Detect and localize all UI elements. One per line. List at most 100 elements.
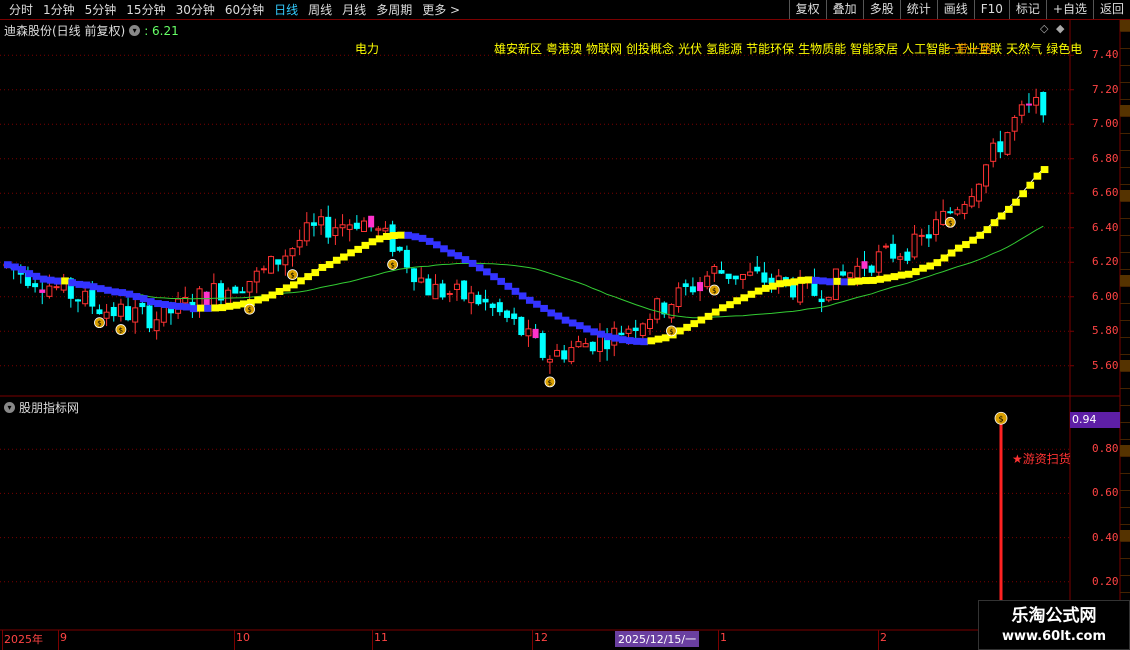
candle-body: [589, 341, 596, 352]
strip-marker: [1120, 326, 1130, 338]
trend-band-step: [368, 238, 377, 246]
trend-band-step: [904, 270, 913, 278]
candle-body: [325, 216, 332, 238]
candle-body: [890, 243, 897, 259]
candle-body: [332, 227, 339, 237]
trend-band-step: [976, 231, 985, 239]
kline-chart-canvas[interactable]: $ $ $ $ $ $ $ $ $ $: [0, 0, 1130, 650]
trend-band-step: [890, 273, 899, 281]
concept-tag[interactable]: 天然气: [1006, 42, 1042, 56]
indicator-value: : 6.21: [144, 23, 179, 38]
candle-body: [504, 310, 510, 318]
trend-band-step: [182, 303, 191, 311]
trend-band-step: [790, 278, 799, 286]
trend-band-step: [740, 294, 749, 302]
trend-band-step: [554, 312, 563, 320]
settings-icon[interactable]: ◆: [1056, 22, 1064, 35]
candle-body: [904, 251, 911, 261]
candle-body: [632, 327, 639, 331]
candle-body: [339, 224, 346, 229]
candle-body: [954, 209, 961, 215]
candle-body: [875, 251, 882, 273]
trend-band-step: [561, 316, 570, 324]
trend-band-step: [1005, 205, 1013, 213]
candle-body: [210, 283, 217, 306]
trend-band-step: [604, 333, 613, 341]
strip-marker: [1120, 411, 1130, 423]
trend-band-step: [697, 316, 706, 324]
chevron-down-icon[interactable]: ▾: [4, 402, 15, 413]
concept-tag[interactable]: 物联网: [586, 42, 622, 56]
concept-tag[interactable]: 人工智能: [902, 42, 950, 56]
concept-tag[interactable]: 绿色电: [1046, 42, 1082, 56]
trend-band-step: [990, 219, 999, 227]
money-bag-symbol: $: [390, 261, 394, 269]
trend-band-step: [75, 280, 84, 288]
candle-body: [754, 266, 761, 272]
candle-body: [232, 286, 239, 294]
concept-tag[interactable]: 创投概念: [626, 42, 674, 56]
candle-body: [704, 275, 711, 288]
concept-tag[interactable]: 粤港澳: [546, 42, 582, 56]
candle-body: [968, 196, 975, 207]
candle-body: [818, 298, 825, 303]
chevron-down-icon[interactable]: ▾: [129, 25, 141, 36]
price-tick-label: 6.80: [1092, 151, 1119, 165]
trend-band-step: [997, 212, 1006, 220]
candle-body: [139, 302, 146, 308]
strip-marker: [1120, 343, 1130, 355]
trend-band-step: [1040, 166, 1049, 174]
concept-tag[interactable]: 雄安新区: [494, 42, 542, 56]
concept-tag[interactable]: 光伏: [678, 42, 702, 56]
candle-body: [1004, 132, 1011, 155]
trend-band-step: [125, 290, 134, 298]
candle-body: [1011, 116, 1018, 132]
diamond-icon[interactable]: ◇: [1040, 22, 1048, 35]
candle-body: [96, 309, 103, 315]
candle-body: [482, 298, 489, 303]
trend-band-step: [676, 327, 684, 335]
trend-band-step: [876, 275, 884, 283]
watermark-url: www.60lt.com: [1001, 629, 1107, 644]
strip-marker: [1120, 37, 1130, 49]
trend-band-step: [104, 286, 112, 294]
candle-body: [525, 328, 532, 337]
trend-band-step: [840, 278, 849, 286]
candle-body: [739, 273, 746, 280]
candle-body: [639, 323, 646, 337]
trend-band-step: [811, 276, 820, 284]
trend-band-step: [18, 266, 26, 274]
watermark-title: 乐淘公式网: [1011, 606, 1097, 626]
candle-body: [318, 216, 325, 226]
date-label: 12: [534, 631, 548, 644]
trend-band-step: [533, 300, 541, 308]
trend-band-step: [711, 308, 720, 316]
strip-marker: [1120, 20, 1130, 32]
concept-tag[interactable]: 智能家居: [850, 42, 898, 56]
trend-band-step: [397, 231, 405, 239]
trend-band-step: [933, 259, 942, 267]
candle-body: [489, 303, 496, 308]
money-bag-symbol: $: [119, 327, 123, 335]
strip-marker: [1120, 258, 1130, 270]
candle-body: [361, 220, 367, 232]
concept-tag[interactable]: 氢能源: [706, 42, 742, 56]
date-tick: [234, 630, 235, 650]
trend-band-step: [475, 264, 484, 272]
trend-band-step: [518, 292, 527, 300]
trend-band-step: [282, 284, 291, 292]
money-bag-symbol: $: [97, 320, 101, 328]
candle-body: [861, 261, 868, 269]
overlay-concept: 一带一路: [944, 42, 993, 56]
trend-band-step: [940, 254, 949, 262]
concept-tag[interactable]: 节能环保: [746, 42, 794, 56]
candle-body: [117, 303, 124, 317]
concept-tag[interactable]: 生物质能: [798, 42, 846, 56]
candle-body: [132, 307, 139, 323]
candle-body: [761, 272, 768, 283]
strip-marker: [1120, 190, 1130, 202]
candle-body: [561, 350, 568, 360]
candle-body: [575, 341, 582, 348]
date-tick: [2, 630, 3, 650]
trend-band-step: [304, 273, 312, 281]
